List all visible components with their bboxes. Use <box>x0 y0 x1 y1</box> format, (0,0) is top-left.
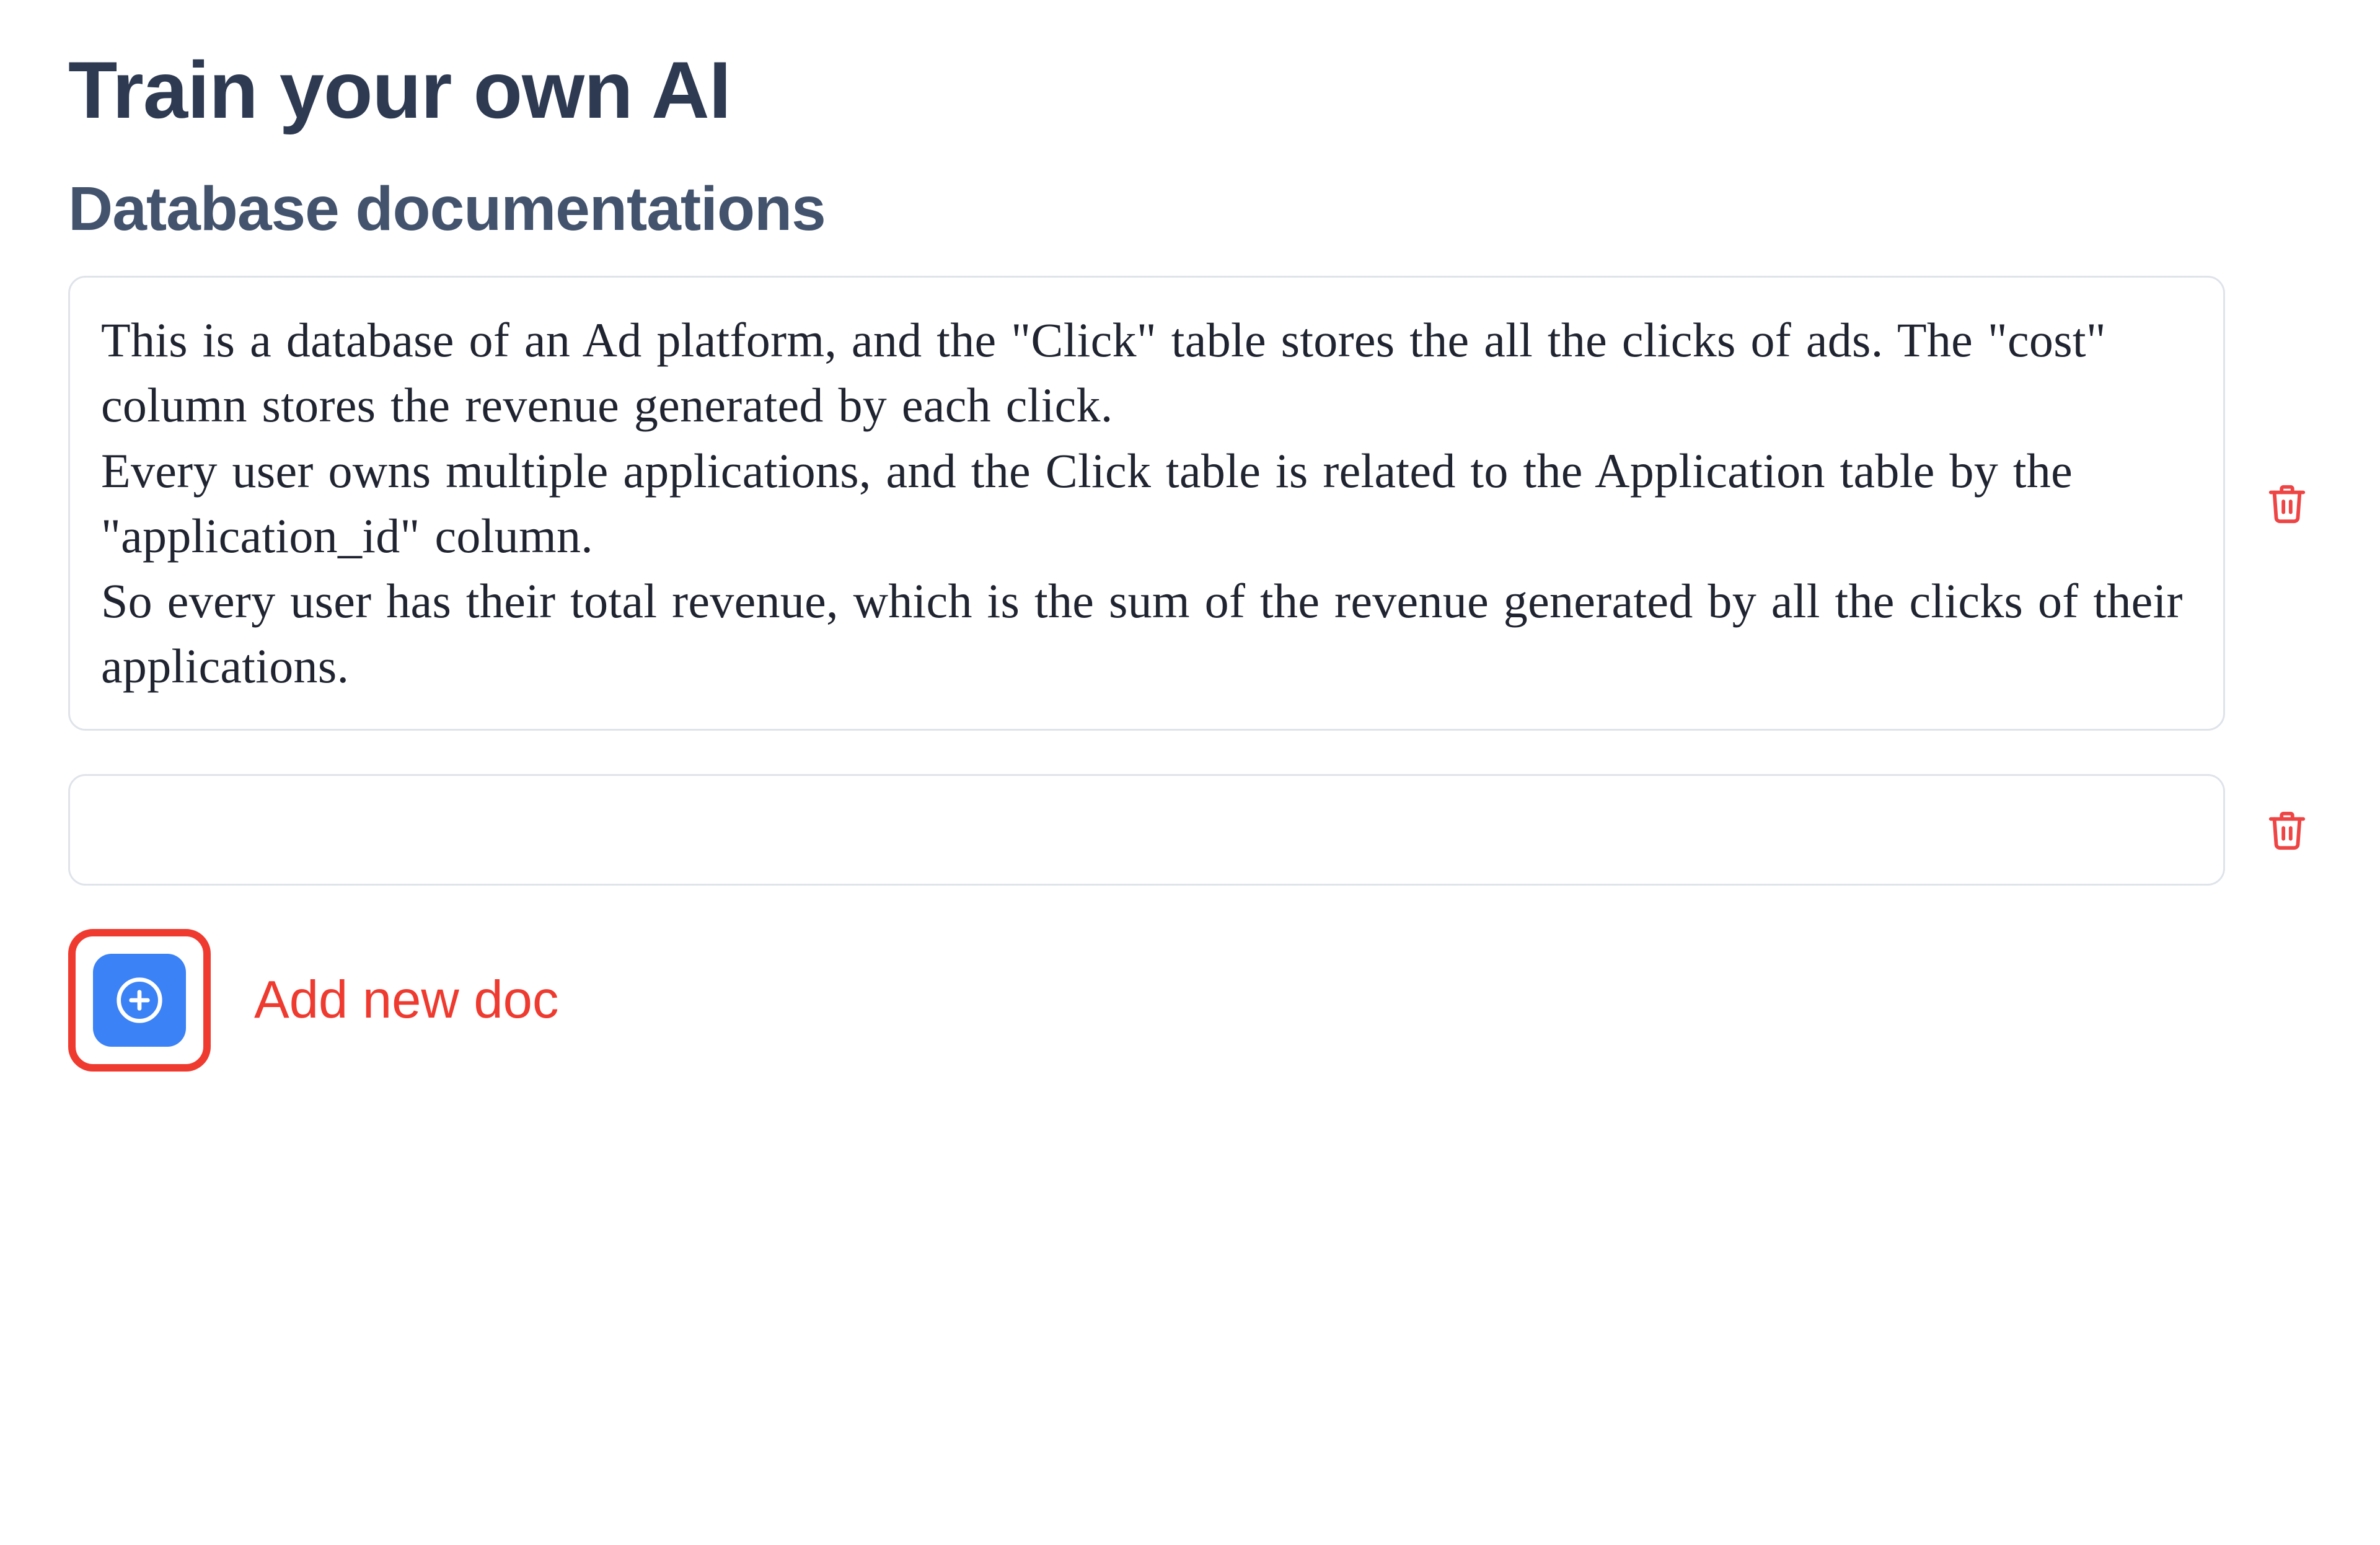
section-title: Database documentations <box>68 174 2312 245</box>
add-doc-row: Add new doc <box>68 929 2312 1072</box>
doc-row <box>68 774 2312 886</box>
doc-row: This is a database of an Ad platform, an… <box>68 276 2312 731</box>
trash-icon <box>2265 482 2309 525</box>
add-doc-label: Add new doc <box>254 970 558 1031</box>
page-title: Train your own AI <box>68 43 2312 136</box>
plus-circle-icon <box>115 975 164 1025</box>
delete-doc-button[interactable] <box>2262 805 2312 855</box>
doc-textarea[interactable]: This is a database of an Ad platform, an… <box>68 276 2225 731</box>
delete-doc-button[interactable] <box>2262 478 2312 528</box>
doc-textarea[interactable] <box>68 774 2225 886</box>
add-button-highlight <box>68 929 211 1072</box>
add-doc-button[interactable] <box>93 954 186 1047</box>
trash-icon <box>2265 808 2309 852</box>
